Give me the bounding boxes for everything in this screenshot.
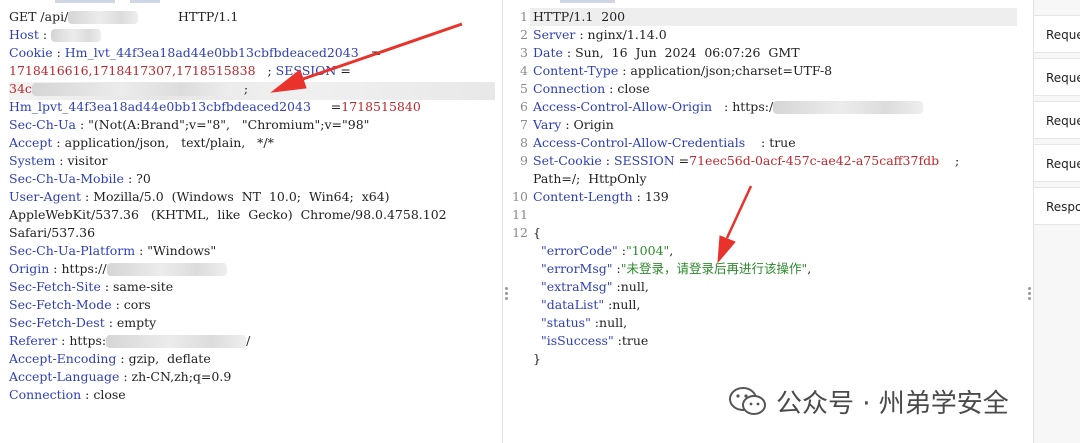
wechat-watermark: 公众号 · 州弟学安全 [728,383,1009,419]
errormsg-arrow [717,185,753,264]
cookie-arrow [270,22,463,93]
annotation-arrows [270,22,753,264]
watermark-text: 公众号 · 州弟学安全 [776,388,1009,419]
wechat-icon [728,386,768,416]
